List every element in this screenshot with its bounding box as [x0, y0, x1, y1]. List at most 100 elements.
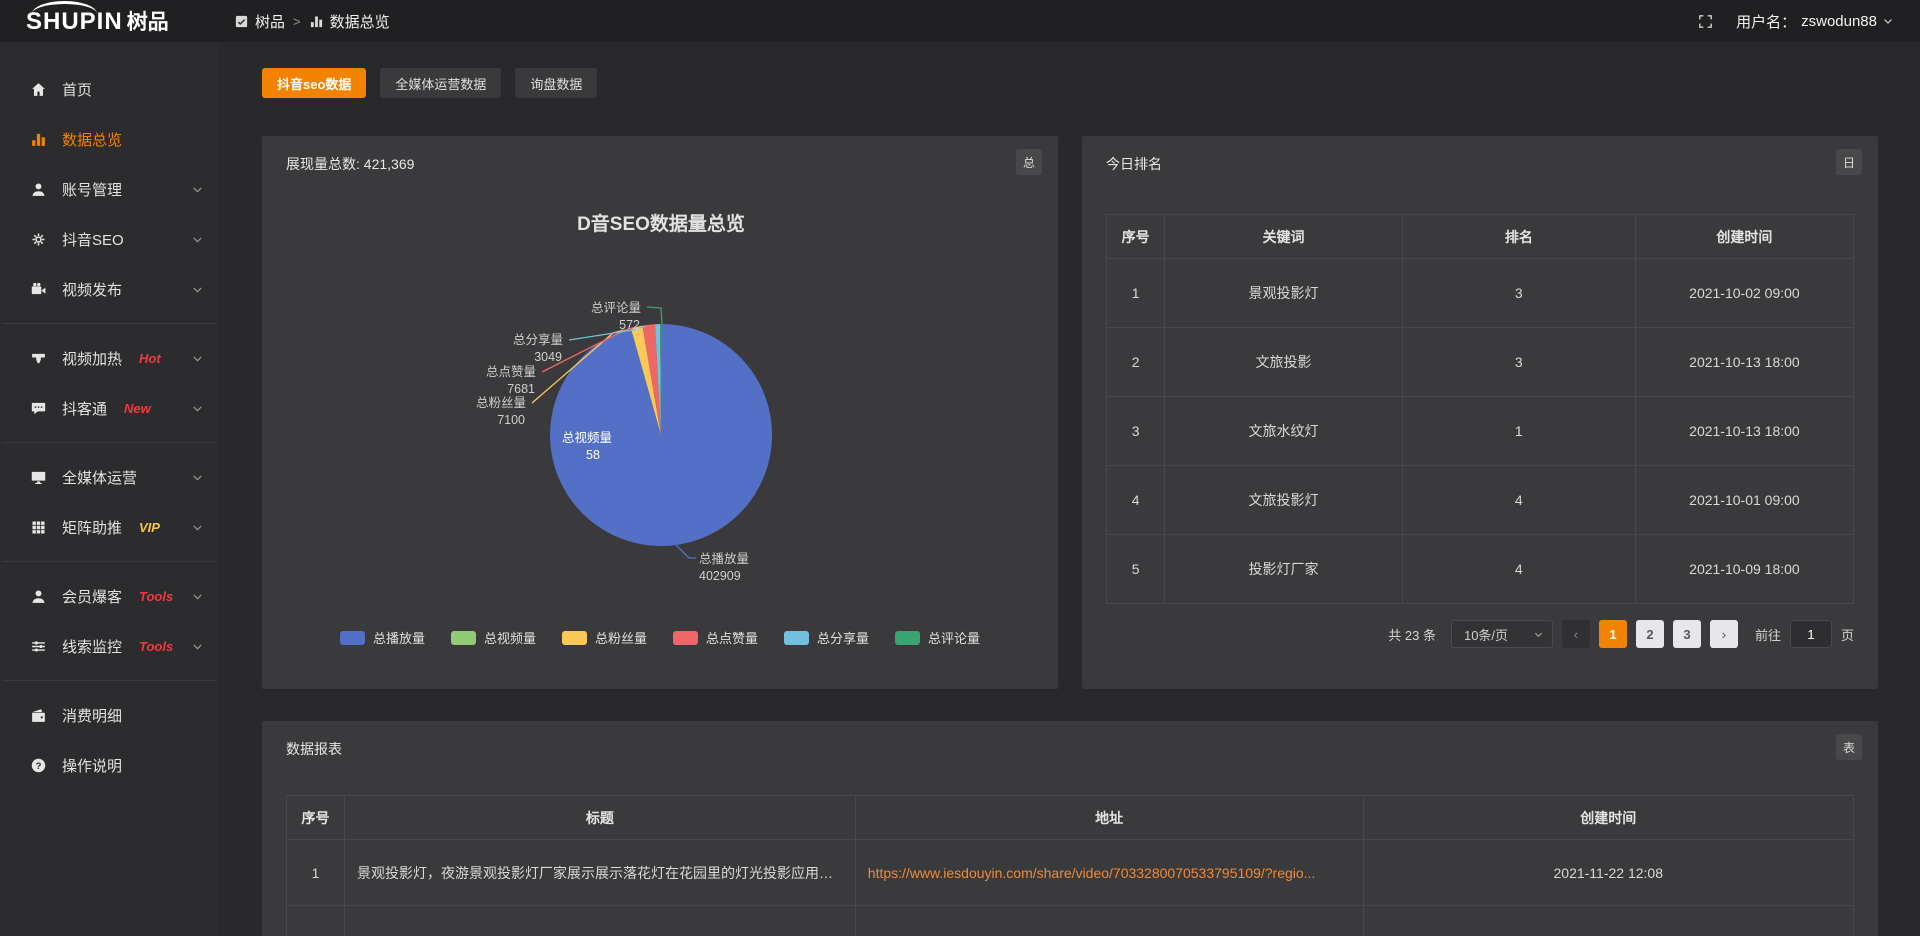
- sidebar-divider: [2, 442, 216, 443]
- sidebar-item-首页[interactable]: 首页: [0, 64, 218, 114]
- breadcrumb-app-label: 树品: [255, 11, 285, 32]
- home-icon: [30, 81, 47, 98]
- ranking-row: 4文旅投影灯42021-10-01 09:00: [1107, 466, 1854, 535]
- sidebar-item-label: 会员爆客: [62, 586, 122, 607]
- page-button-3[interactable]: 3: [1673, 620, 1701, 648]
- sidebar-item-抖音SEO[interactable]: 抖音SEO: [0, 214, 218, 264]
- goto-page-input[interactable]: [1790, 620, 1832, 648]
- topbar-right: 用户名：zswodun88: [1697, 11, 1920, 32]
- sidebar-item-视频发布[interactable]: 视频发布: [0, 264, 218, 314]
- sidebar-item-视频加热[interactable]: 视频加热Hot: [0, 333, 218, 383]
- page-size-select[interactable]: 10条/页: [1451, 620, 1553, 648]
- sidebar-item-线索监控[interactable]: 线索监控Tools: [0, 621, 218, 671]
- ranking-cell: 文旅投影灯: [1165, 466, 1403, 535]
- ranking-cell: 1: [1107, 259, 1165, 328]
- sidebar-item-badge: New: [124, 401, 151, 416]
- pie-label-name: 总视频量: [562, 430, 612, 445]
- pie-label-name: 总评论量: [591, 301, 641, 315]
- legend-item-总点赞量[interactable]: 总点赞量: [673, 628, 758, 647]
- ranking-panel: 今日排名 日 序号关键词排名创建时间1景观投影灯32021-10-02 09:0…: [1082, 136, 1878, 689]
- prev-page-button[interactable]: ‹: [1562, 620, 1590, 648]
- report-title: 景观投影灯，夜游景观投影灯厂家展示展示落花灯在花园里的灯光投影应用效果 #: [344, 840, 855, 906]
- breadcrumb-page-label: 数据总览: [330, 11, 390, 32]
- ranking-badge-button[interactable]: 日: [1836, 149, 1862, 175]
- sidebar-item-账号管理[interactable]: 账号管理: [0, 164, 218, 214]
- sidebar-item-label: 数据总览: [62, 129, 122, 150]
- chevron-down-icon: [1882, 15, 1894, 27]
- user-menu[interactable]: 用户名：zswodun88: [1736, 11, 1894, 32]
- ranking-cell: 文旅投影: [1165, 328, 1403, 397]
- ranking-cell: 4: [1402, 466, 1635, 535]
- top-header: SHUPIN 树品 树品 > 数据总览 用户名：zswodun88: [0, 0, 1920, 42]
- legend-swatch: [340, 631, 365, 645]
- ranking-cell: 2: [1107, 328, 1165, 397]
- fullscreen-icon[interactable]: [1697, 13, 1714, 30]
- legend-item-总评论量[interactable]: 总评论量: [895, 628, 980, 647]
- legend-label: 总播放量: [373, 628, 425, 647]
- brand-logo-en: SHUPIN: [26, 8, 123, 36]
- breadcrumb-app[interactable]: 树品: [234, 11, 285, 32]
- ranking-panel-title: 今日排名: [1082, 136, 1878, 174]
- legend-item-总粉丝量[interactable]: 总粉丝量: [562, 628, 647, 647]
- column-header: 创建时间: [1363, 796, 1854, 840]
- sidebar-item-全媒体运营[interactable]: 全媒体运营: [0, 452, 218, 502]
- user-icon: [30, 588, 47, 605]
- report-panel-title: 数据报表: [262, 721, 1878, 759]
- column-header: 创建时间: [1635, 215, 1853, 259]
- overview-panel: 展现量总数: 421,369 总 D音SEO数据量总览总播放量402909总视频…: [262, 136, 1058, 689]
- app-icon: [234, 14, 249, 29]
- legend-item-总视频量[interactable]: 总视频量: [451, 628, 536, 647]
- legend-item-总播放量[interactable]: 总播放量: [340, 628, 425, 647]
- sidebar-item-操作说明[interactable]: ?操作说明: [0, 740, 218, 790]
- page-button-1[interactable]: 1: [1599, 620, 1627, 648]
- ranking-cell: 1: [1402, 397, 1635, 466]
- username-label: 用户名：: [1736, 11, 1796, 32]
- page-button-2[interactable]: 2: [1636, 620, 1664, 648]
- legend-swatch: [562, 631, 587, 645]
- pie-label-value: 7100: [497, 413, 525, 427]
- chevron-down-icon: [191, 233, 204, 246]
- legend-item-总分享量[interactable]: 总分享量: [784, 628, 869, 647]
- breadcrumb-page[interactable]: 数据总览: [309, 11, 390, 32]
- sidebar-item-矩阵助推[interactable]: 矩阵助推VIP: [0, 502, 218, 552]
- column-header: 关键词: [1165, 215, 1403, 259]
- legend-label: 总点赞量: [706, 628, 758, 647]
- ranking-cell: 2021-10-13 18:00: [1635, 328, 1853, 397]
- pie-label-name: 总分享量: [513, 332, 563, 347]
- report-badge-button[interactable]: 表: [1836, 734, 1862, 760]
- next-page-button[interactable]: ›: [1710, 620, 1738, 648]
- sidebar-item-label: 抖客通: [62, 398, 107, 419]
- ranking-cell: 3: [1402, 259, 1635, 328]
- bar-chart-icon: [30, 131, 47, 148]
- ranking-cell: 2021-10-13 18:00: [1635, 397, 1853, 466]
- sidebar-item-label: 全媒体运营: [62, 467, 137, 488]
- chevron-down-icon: [191, 521, 204, 534]
- sidebar-item-抖客通[interactable]: 抖客通 New: [0, 383, 218, 433]
- chevron-down-icon: [191, 471, 204, 484]
- overview-badge-button[interactable]: 总: [1016, 149, 1042, 175]
- sidebar-item-消费明细[interactable]: 消费明细: [0, 690, 218, 740]
- sidebar-item-会员爆客[interactable]: 会员爆客Tools: [0, 571, 218, 621]
- tab-全媒体运营数据[interactable]: 全媒体运营数据: [380, 68, 501, 98]
- ranking-pagination: 共 23 条 10条/页 ‹ 123 › 前往 页: [1106, 620, 1854, 648]
- sidebar-item-数据总览[interactable]: 数据总览: [0, 114, 218, 164]
- pie-label-value: 7681: [507, 382, 535, 396]
- ranking-cell: 3: [1402, 328, 1635, 397]
- chart-title: D音SEO数据量总览: [577, 212, 745, 235]
- legend-swatch: [895, 631, 920, 645]
- tab-抖音seo数据[interactable]: 抖音seo数据: [262, 68, 366, 98]
- video-link[interactable]: https://www.iesdouyin.com/share/video/70…: [868, 865, 1316, 881]
- ranking-cell: 2021-10-01 09:00: [1635, 466, 1853, 535]
- report-panel: 数据报表 表 序号标题地址创建时间1景观投影灯，夜游景观投影灯厂家展示展示落花灯…: [262, 721, 1878, 936]
- overview-panel-title: 展现量总数: 421,369: [262, 136, 1058, 174]
- video-icon: [30, 281, 47, 298]
- chart-legend: 总播放量 总视频量 总粉丝量 总点赞量 总分享量 总评论量: [262, 628, 1058, 647]
- sidebar-divider: [2, 680, 216, 681]
- tab-询盘数据[interactable]: 询盘数据: [515, 68, 597, 98]
- ranking-cell: 4: [1402, 535, 1635, 604]
- chevron-down-icon: [191, 590, 204, 603]
- pie-label-name: 总粉丝量: [476, 395, 526, 410]
- pie-label-value: 572: [619, 318, 640, 332]
- wallet-icon: [30, 707, 47, 724]
- seo-pie-chart: D音SEO数据量总览总播放量402909总视频量58总粉丝量7100总点赞量76…: [265, 180, 1055, 592]
